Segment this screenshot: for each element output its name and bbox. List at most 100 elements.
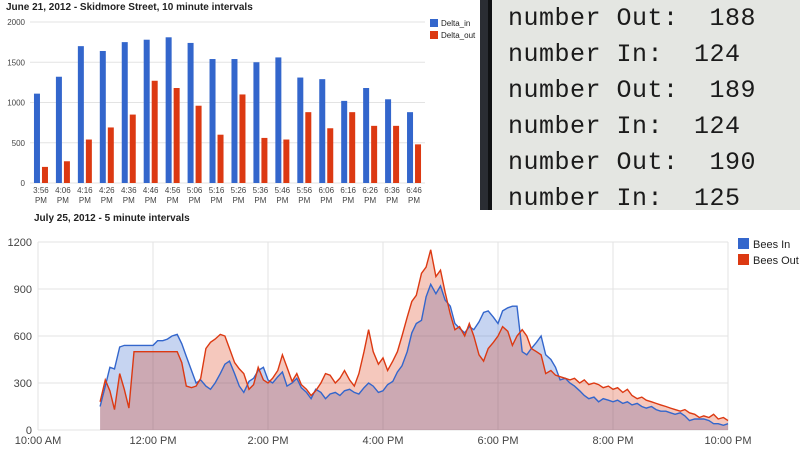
x-tick-label: PM (167, 196, 179, 205)
x-tick-label: 6:16 (340, 186, 356, 195)
y-tick-label: 2000 (7, 18, 25, 27)
terminal-line: number Out: 189 (508, 76, 757, 105)
x-tick-label: 10:00 PM (704, 435, 751, 447)
x-tick-label: 10:00 AM (15, 435, 61, 447)
legend-label: Delta_in (441, 19, 470, 28)
y-tick-label: 600 (14, 331, 32, 343)
bar (151, 80, 158, 183)
x-tick-label: PM (123, 196, 135, 205)
x-tick-label: 4:46 (143, 186, 159, 195)
x-tick-label: 6:06 (318, 186, 334, 195)
legend-swatch (430, 19, 438, 27)
terminal-line: number In: 124 (508, 40, 741, 69)
area-chart-panel: July 25, 2012 - 5 minute intervals 0 300 6… (0, 210, 800, 450)
x-tick-label: 6:46 (406, 186, 422, 195)
bar (173, 88, 180, 183)
x-tick-label: 4:26 (99, 186, 115, 195)
bar (327, 128, 334, 183)
legend-label: Delta_out (441, 31, 476, 40)
x-tick-label: PM (35, 196, 47, 205)
bar (99, 50, 106, 184)
bar (209, 59, 216, 183)
x-tick-label: 4:56 (165, 186, 181, 195)
series-area (100, 249, 729, 430)
bar (239, 94, 246, 183)
terminal-line: number Out: 190 (508, 148, 757, 177)
terminal-screen: number Out: 188 number In: 124 number Ou… (488, 0, 800, 226)
bar (349, 112, 356, 183)
x-tick-label: 6:00 PM (478, 435, 519, 447)
bar-chart-svg: 05001000150020003:56PM4:06PM4:16PM4:26PM… (7, 18, 476, 205)
bar (385, 99, 392, 183)
terminal-photo: number Out: 188 number In: 124 number Ou… (480, 0, 800, 226)
bar (217, 134, 224, 183)
bar (319, 79, 326, 183)
bar (231, 59, 238, 183)
bar (33, 93, 40, 183)
x-tick-label: 2:00 PM (248, 435, 289, 447)
x-tick-label: PM (320, 196, 332, 205)
legend-swatch (430, 31, 438, 39)
x-tick-label: PM (232, 196, 244, 205)
x-tick-label: 4:16 (77, 186, 93, 195)
terminal-line: number In: 124 (508, 112, 741, 141)
x-tick-label: 4:06 (55, 186, 71, 195)
bar (275, 57, 282, 183)
bar (63, 161, 70, 183)
bar (415, 144, 422, 183)
x-tick-label: 6:26 (362, 186, 378, 195)
y-tick-label: 300 (14, 378, 32, 390)
bar (121, 42, 128, 183)
bar (85, 139, 92, 183)
bar (129, 114, 136, 183)
x-tick-label: PM (79, 196, 91, 205)
x-tick-label: 5:56 (297, 186, 313, 195)
x-tick-label: PM (101, 196, 113, 205)
bar (407, 112, 414, 183)
x-tick-label: 5:46 (275, 186, 291, 195)
bar (305, 112, 312, 183)
bar (165, 37, 172, 183)
x-tick-label: 8:00 PM (593, 435, 634, 447)
y-tick-label: 1000 (7, 99, 25, 108)
y-tick-label: 0 (21, 179, 26, 188)
x-tick-label: 5:26 (231, 186, 247, 195)
x-tick-label: 5:36 (253, 186, 269, 195)
x-tick-label: 12:00 PM (129, 435, 176, 447)
bar-chart-panel: June 21, 2012 - Skidmore Street, 10 minu… (0, 0, 480, 218)
y-tick-label: 900 (14, 284, 32, 296)
bar (283, 139, 290, 183)
bar (107, 127, 114, 183)
legend-swatch (738, 238, 749, 249)
x-tick-label: PM (386, 196, 398, 205)
bar (77, 46, 84, 184)
bar (187, 42, 194, 184)
x-tick-label: PM (211, 196, 223, 205)
y-tick-label: 1200 (8, 237, 32, 249)
bar-chart-title: June 21, 2012 - Skidmore Street, 10 minu… (6, 2, 253, 13)
x-tick-label: PM (57, 196, 69, 205)
bar (393, 125, 400, 183)
bar (55, 76, 62, 183)
x-tick-label: PM (342, 196, 354, 205)
bar (371, 125, 378, 183)
y-tick-label: 500 (12, 139, 26, 148)
x-tick-label: 4:00 PM (363, 435, 404, 447)
x-tick-label: PM (276, 196, 288, 205)
bar (297, 77, 304, 183)
bar (143, 39, 150, 184)
y-tick-label: 1500 (7, 58, 25, 67)
bar (195, 105, 202, 183)
bar (261, 137, 268, 183)
bar (253, 62, 260, 183)
bar (341, 100, 348, 183)
area-chart-svg: 0300600900120010:00 AM 12:00 PM 2:00 PM 4:0… (8, 237, 799, 447)
terminal-line: number Out: 188 (508, 4, 757, 33)
terminal-line: number In: 125 (508, 184, 741, 213)
x-tick-label: PM (408, 196, 420, 205)
x-tick-label: 3:56 (33, 186, 49, 195)
x-tick-label: PM (145, 196, 157, 205)
legend-label: Bees Out (753, 255, 799, 267)
legend-swatch (738, 254, 749, 265)
x-tick-label: PM (254, 196, 266, 205)
